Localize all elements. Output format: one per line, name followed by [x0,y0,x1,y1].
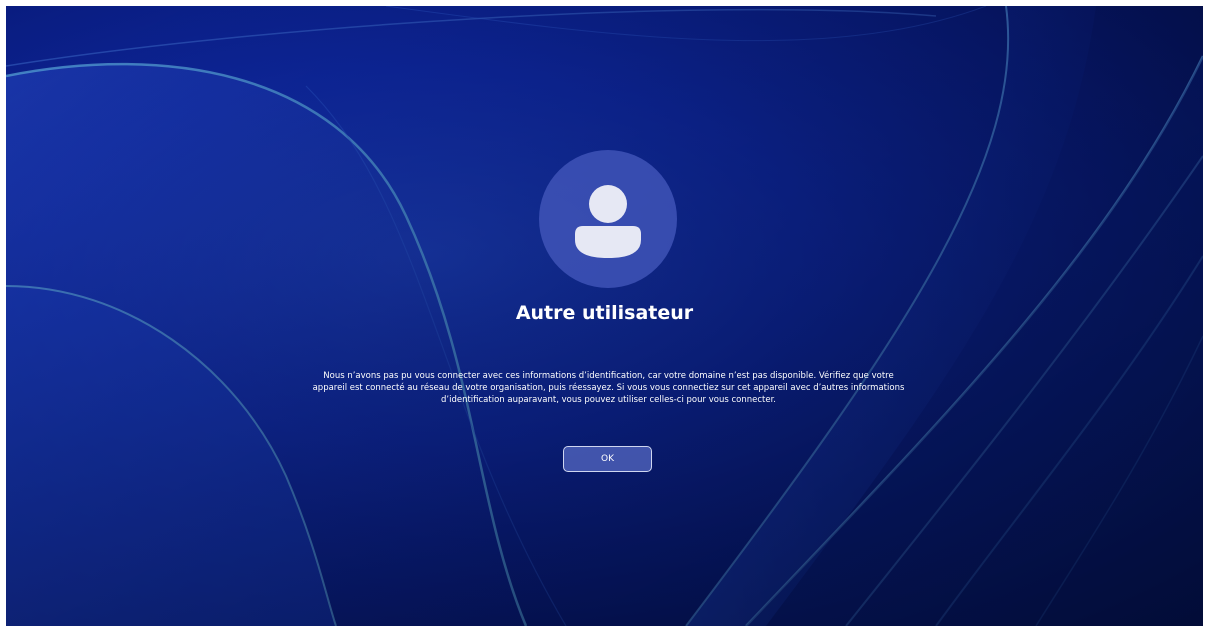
lock-screen: Autre utilisateur Nous n’avons pas pu vo… [6,6,1203,626]
person-icon [575,185,641,258]
user-name: Autre utilisateur [515,302,694,324]
sign-in-panel: Autre utilisateur Nous n’avons pas pu vo… [6,6,1203,626]
error-message: Nous n’avons pas pu vous connecter avec … [312,371,905,405]
user-avatar [539,150,677,288]
ok-button[interactable]: OK [563,446,652,472]
